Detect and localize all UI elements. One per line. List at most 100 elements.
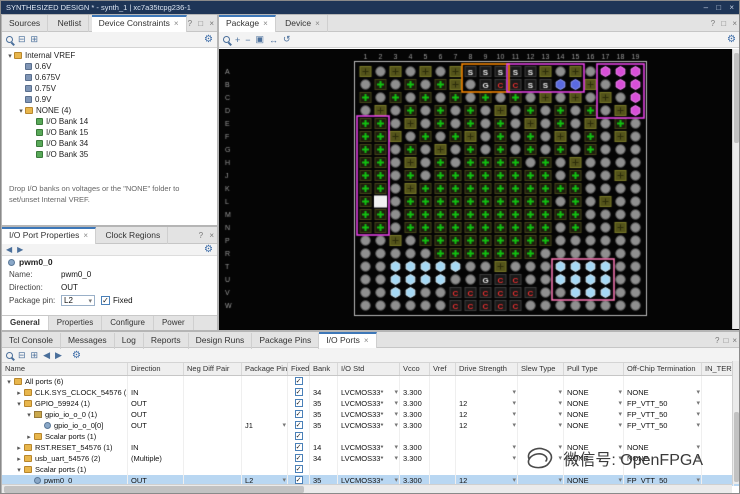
column-header-pull-type[interactable]: Pull Type xyxy=(564,363,624,375)
tree-item-0-75v[interactable]: 0.75V xyxy=(2,83,217,94)
chevron-down-icon[interactable]: ▾ xyxy=(512,409,516,420)
table-row-gpio-59924-1[interactable]: ▾ GPIO_59924 (1) OUT ✓ 35 LVCMOS33* ▾ 3.300 12 ▾ ▾… xyxy=(2,398,739,409)
drive-strength-cell[interactable]: ▾ xyxy=(456,387,518,398)
settings-gear-icon[interactable]: ⚙ xyxy=(204,34,213,45)
minitab-power[interactable]: Power xyxy=(154,316,194,330)
column-header-drive-strength[interactable]: Drive Strength xyxy=(456,363,518,375)
column-header-bank[interactable]: Bank xyxy=(310,363,338,375)
close-icon[interactable]: × xyxy=(732,19,737,28)
expander-icon[interactable]: ▾ xyxy=(25,410,33,420)
tab-i-o-ports[interactable]: I/O Ports × xyxy=(319,332,377,348)
chevron-down-icon[interactable]: ▾ xyxy=(394,453,398,464)
chevron-down-icon[interactable]: ▾ xyxy=(558,420,562,431)
tab-sources[interactable]: Sources xyxy=(2,15,49,32)
tab-messages[interactable]: Messages xyxy=(61,333,115,349)
column-header-neg-diff-pair[interactable]: Neg Diff Pair xyxy=(184,363,242,375)
back-icon[interactable]: ◀ xyxy=(43,350,50,361)
tab-reports[interactable]: Reports xyxy=(144,333,189,349)
search-icon[interactable] xyxy=(6,351,13,359)
forward-icon[interactable]: ▶ xyxy=(55,350,62,361)
forward-icon[interactable]: ▶ xyxy=(17,245,23,254)
tree-item-i-o-bank-34[interactable]: I/O Bank 34 xyxy=(2,138,217,149)
scrollbar-thumb[interactable] xyxy=(4,486,304,493)
drive-strength-cell[interactable]: ▾ xyxy=(456,442,518,453)
chevron-down-icon[interactable]: ▾ xyxy=(618,398,622,409)
table-horizontal-scrollbar[interactable] xyxy=(2,484,732,493)
minitab-general[interactable]: General xyxy=(2,316,49,330)
close-tab-icon[interactable]: × xyxy=(174,19,179,28)
zoom-fit-icon[interactable]: ▣ xyxy=(256,34,265,45)
chevron-down-icon[interactable]: ▾ xyxy=(512,387,516,398)
collapse-all-icon[interactable]: ⊟ xyxy=(18,350,26,361)
tab-tcl-console[interactable]: Tcl Console xyxy=(2,333,61,349)
column-header-slew-type[interactable]: Slew Type xyxy=(518,363,564,375)
fixed-checkbox[interactable]: ✓ xyxy=(101,296,110,305)
chevron-down-icon[interactable]: ▾ xyxy=(512,398,516,409)
close-icon[interactable]: × xyxy=(732,336,737,345)
scrollbar-thumb[interactable] xyxy=(734,412,739,482)
settings-gear-icon[interactable]: ⚙ xyxy=(727,34,736,45)
chevron-down-icon[interactable]: ▾ xyxy=(696,387,700,398)
close-button[interactable]: × xyxy=(729,3,734,12)
off-chip-termination-cell[interactable]: NONE ▾ xyxy=(624,387,702,398)
tree-item-i-o-bank-35[interactable]: I/O Bank 35 xyxy=(2,149,217,160)
fixed-checkbox[interactable]: ✓ xyxy=(294,410,303,418)
chevron-down-icon[interactable]: ▾ xyxy=(512,453,516,464)
column-header-vcco[interactable]: Vcco xyxy=(400,363,430,375)
io-std-cell[interactable]: LVCMOS33* ▾ xyxy=(338,453,400,464)
fixed-checkbox[interactable]: ✓ xyxy=(294,388,303,396)
chevron-down-icon[interactable]: ▾ xyxy=(512,442,516,453)
column-header-package-pin[interactable]: Package Pin xyxy=(242,363,288,375)
help-icon[interactable]: ? xyxy=(715,336,719,345)
scrollbar-thumb[interactable] xyxy=(734,53,739,143)
tab-package-pins[interactable]: Package Pins xyxy=(252,333,320,349)
tree-item-i-o-bank-14[interactable]: I/O Bank 14 xyxy=(2,116,217,127)
expander-icon[interactable]: ▸ xyxy=(25,432,33,442)
column-header-off-chip-termination[interactable]: Off-Chip Termination xyxy=(624,363,702,375)
settings-gear-icon[interactable]: ⚙ xyxy=(204,244,213,255)
tab-device[interactable]: Device × xyxy=(278,15,328,32)
chevron-down-icon[interactable]: ▾ xyxy=(394,442,398,453)
pan-icon[interactable]: ↔ xyxy=(269,35,278,45)
expander-icon[interactable]: ▾ xyxy=(5,377,13,387)
expander-icon[interactable]: ▾ xyxy=(15,399,23,409)
drive-strength-cell[interactable]: 12 ▾ xyxy=(456,398,518,409)
package-pin-grid[interactable] xyxy=(220,49,734,330)
io-std-cell[interactable]: LVCMOS33* ▾ xyxy=(338,398,400,409)
zoom-out-icon[interactable]: − xyxy=(245,35,250,45)
minitab-properties[interactable]: Properties xyxy=(49,316,103,330)
column-header-in-term[interactable]: IN_TERM xyxy=(702,363,734,375)
float-icon[interactable]: □ xyxy=(198,19,203,28)
chevron-down-icon[interactable]: ▾ xyxy=(696,409,700,420)
column-header-vref[interactable]: Vref xyxy=(430,363,456,375)
close-tab-icon[interactable]: × xyxy=(263,19,268,28)
close-icon[interactable]: × xyxy=(209,19,214,28)
close-tab-icon[interactable]: × xyxy=(364,336,369,345)
tab-netlist[interactable]: Netlist xyxy=(51,15,90,32)
float-icon[interactable]: □ xyxy=(721,19,726,28)
expander-icon[interactable]: ▾ xyxy=(15,465,23,475)
fixed-checkbox[interactable]: ✓ xyxy=(294,454,303,462)
off-chip-termination-cell[interactable]: FP_VTT_50 ▾ xyxy=(624,420,702,431)
pull-type-cell[interactable]: NONE ▾ xyxy=(564,398,624,409)
drive-strength-cell[interactable]: 12 ▾ xyxy=(456,409,518,420)
help-icon[interactable]: ? xyxy=(199,231,203,240)
expander-icon[interactable]: ▸ xyxy=(15,454,23,464)
slew-type-cell[interactable]: ▾ xyxy=(518,398,564,409)
chevron-down-icon[interactable]: ▾ xyxy=(618,409,622,420)
table-row-gpio-io-o-0-0[interactable]: gpio_io_o_0[0] OUT J1 ▾ ✓ 35 LVCMOS33* ▾ 3.300 12… xyxy=(2,420,739,431)
expand-all-icon[interactable]: ⊞ xyxy=(31,350,39,361)
help-icon[interactable]: ? xyxy=(711,19,715,28)
off-chip-termination-cell[interactable]: FP_VTT_50 ▾ xyxy=(624,398,702,409)
fixed-checkbox[interactable]: ✓ xyxy=(294,377,303,385)
column-header-i-o-std[interactable]: I/O Std xyxy=(338,363,400,375)
slew-type-cell[interactable]: ▾ xyxy=(518,409,564,420)
fixed-checkbox[interactable]: ✓ xyxy=(294,432,303,440)
slew-type-cell[interactable]: ▾ xyxy=(518,387,564,398)
tab-clock-regions[interactable]: Clock Regions xyxy=(98,227,169,244)
chevron-down-icon[interactable]: ▾ xyxy=(618,420,622,431)
fixed-checkbox[interactable]: ✓ xyxy=(294,465,303,473)
drive-strength-cell[interactable]: ▾ xyxy=(456,453,518,464)
expander-icon[interactable]: ▾ xyxy=(6,51,14,62)
io-std-cell[interactable]: LVCMOS33* ▾ xyxy=(338,387,400,398)
